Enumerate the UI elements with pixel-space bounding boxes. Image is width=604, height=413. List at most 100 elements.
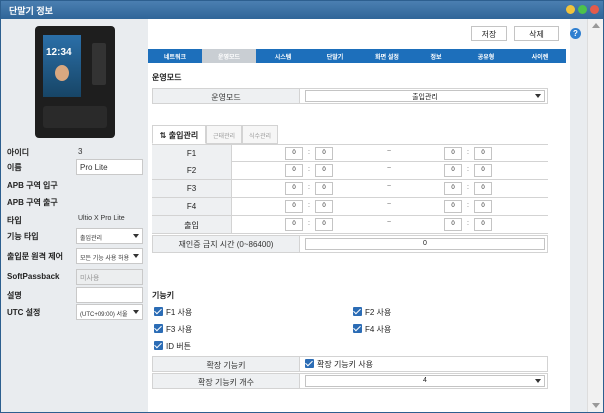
type-label: 타입 [7, 216, 22, 225]
name-input[interactable]: Pro Lite [76, 159, 143, 175]
func-type-value: 출입관리 [80, 236, 103, 242]
f4-label: F4 사용 [365, 325, 392, 334]
colon: : [308, 202, 310, 209]
f3-checkbox[interactable]: F3 사용 [154, 324, 192, 337]
tab-bar: 네트워크 운영모드 시스템 단말기 화면 설정 정보 공유형 사이렌 [148, 49, 566, 63]
vertical-scrollbar[interactable] [587, 19, 603, 412]
window-title: 단말기 정보 [9, 6, 53, 16]
subtab-access[interactable]: ⇅ 출입관리 [152, 125, 206, 144]
dash: ~ [387, 201, 392, 208]
checkbox-checked-icon [154, 307, 163, 316]
save-button[interactable]: 저장 [471, 26, 507, 41]
type-row: 타입 Ultio X Pro Lite [1, 212, 148, 228]
tab-network[interactable]: 네트워크 [148, 49, 202, 63]
delete-button[interactable]: 삭제 [514, 26, 559, 41]
end-hour-input[interactable]: 0 [444, 182, 462, 195]
op-mode-title: 운영모드 [152, 73, 182, 82]
start-hour-input[interactable]: 0 [285, 218, 303, 231]
utc-label: UTC 설정 [7, 308, 41, 317]
help-icon[interactable]: ? [570, 28, 581, 39]
start-minute-input[interactable]: 0 [315, 147, 333, 160]
end-hour-input[interactable]: 0 [444, 218, 462, 231]
id-button-checkbox[interactable]: ID 버튼 [154, 341, 191, 354]
time-row: F4 0: 0 ~ 0: 0 [152, 198, 548, 216]
reauth-input[interactable]: 0 [305, 238, 545, 250]
apb-in-row: APB 구역 입구 [1, 177, 148, 193]
f1-checkbox[interactable]: F1 사용 [154, 307, 192, 320]
colon: : [467, 166, 469, 173]
access-icon: ⇅ [159, 131, 167, 140]
ext-key-checkbox[interactable]: 확장 기능키 사용 [305, 359, 373, 372]
tab-info[interactable]: 정보 [414, 49, 458, 63]
start-minute-input[interactable]: 0 [315, 200, 333, 213]
checkbox-checked-icon [353, 307, 362, 316]
op-mode-row: 운영모드 출입관리 [152, 88, 548, 104]
time-row: 출입 0: 0 ~ 0: 0 [152, 216, 548, 234]
op-mode-label: 운영모드 [153, 89, 300, 103]
time-row-label: F3 [152, 180, 232, 197]
close-icon[interactable] [590, 5, 599, 14]
time-row: F1 0: 0 ~ 0: 0 [152, 144, 548, 162]
subtab-meal[interactable]: 식수관리 [242, 125, 278, 144]
minimize-icon[interactable] [566, 5, 575, 14]
end-hour-input[interactable]: 0 [444, 200, 462, 213]
tab-terminal[interactable]: 단말기 [310, 49, 360, 63]
name-label: 이름 [7, 163, 22, 172]
desc-label: 설명 [7, 291, 22, 300]
tab-op-mode[interactable]: 운영모드 [202, 49, 256, 63]
utc-select[interactable]: (UTC+09:00) 서울 [76, 304, 143, 320]
start-minute-input[interactable]: 0 [315, 218, 333, 231]
start-minute-input[interactable]: 0 [315, 164, 333, 177]
f3-label: F3 사용 [166, 325, 193, 334]
tab-display[interactable]: 화면 설정 [360, 49, 414, 63]
apb-out-label: APB 구역 출구 [7, 198, 58, 207]
device-clock: 12:34 [46, 47, 72, 58]
end-minute-input[interactable]: 0 [474, 182, 492, 195]
subtab-attendance[interactable]: 근태관리 [206, 125, 242, 144]
chevron-down-icon [133, 254, 139, 258]
op-mode-value: 출입관리 [412, 94, 438, 101]
ext-key-check-label: 확장 기능키 사용 [317, 360, 373, 369]
end-minute-input[interactable]: 0 [474, 164, 492, 177]
start-hour-input[interactable]: 0 [285, 164, 303, 177]
ext-key-row: 확장 기능키 확장 기능키 사용 [152, 356, 548, 372]
scroll-up-icon[interactable] [592, 23, 600, 28]
end-minute-input[interactable]: 0 [474, 147, 492, 160]
reauth-label: 재인증 금지 시간 (0~86400) [153, 236, 300, 252]
maximize-icon[interactable] [578, 5, 587, 14]
remote-label: 출입문 원격 제어 [7, 252, 63, 261]
start-minute-input[interactable]: 0 [315, 182, 333, 195]
remote-select[interactable]: 모든 기능 사용 허용 [76, 248, 143, 264]
start-hour-input[interactable]: 0 [285, 200, 303, 213]
desc-input[interactable] [76, 287, 143, 303]
time-row-label: F1 [152, 145, 232, 162]
device-sidebar: 12:34 아이디 3 이름 Pro Lite APB 구역 입구 APB 구역… [1, 19, 148, 412]
chevron-down-icon [133, 234, 139, 238]
ext-count-select[interactable]: 4 [305, 375, 545, 387]
chevron-down-icon [535, 94, 541, 98]
tab-siren[interactable]: 사이렌 [514, 49, 566, 63]
scroll-down-icon[interactable] [592, 403, 600, 408]
id-button-label: ID 버튼 [166, 342, 191, 351]
start-hour-input[interactable]: 0 [285, 182, 303, 195]
fingerprint-sensor-icon [43, 106, 107, 128]
colon: : [467, 220, 469, 227]
apb-out-row: APB 구역 출구 [1, 194, 148, 210]
op-mode-select[interactable]: 출입관리 [305, 90, 545, 102]
f1-label: F1 사용 [166, 308, 193, 317]
end-minute-input[interactable]: 0 [474, 200, 492, 213]
f2-checkbox[interactable]: F2 사용 [353, 307, 391, 320]
f2-label: F2 사용 [365, 308, 392, 317]
time-row: F2 0: 0 ~ 0: 0 [152, 162, 548, 180]
tab-system[interactable]: 시스템 [256, 49, 310, 63]
func-type-select[interactable]: 출입관리 [76, 228, 143, 244]
colon: : [308, 184, 310, 191]
ext-key-label: 확장 기능키 [153, 357, 300, 371]
end-hour-input[interactable]: 0 [444, 147, 462, 160]
start-hour-input[interactable]: 0 [285, 147, 303, 160]
end-minute-input[interactable]: 0 [474, 218, 492, 231]
tab-shared[interactable]: 공유형 [458, 49, 514, 63]
end-hour-input[interactable]: 0 [444, 164, 462, 177]
colon: : [467, 202, 469, 209]
f4-checkbox[interactable]: F4 사용 [353, 324, 391, 337]
